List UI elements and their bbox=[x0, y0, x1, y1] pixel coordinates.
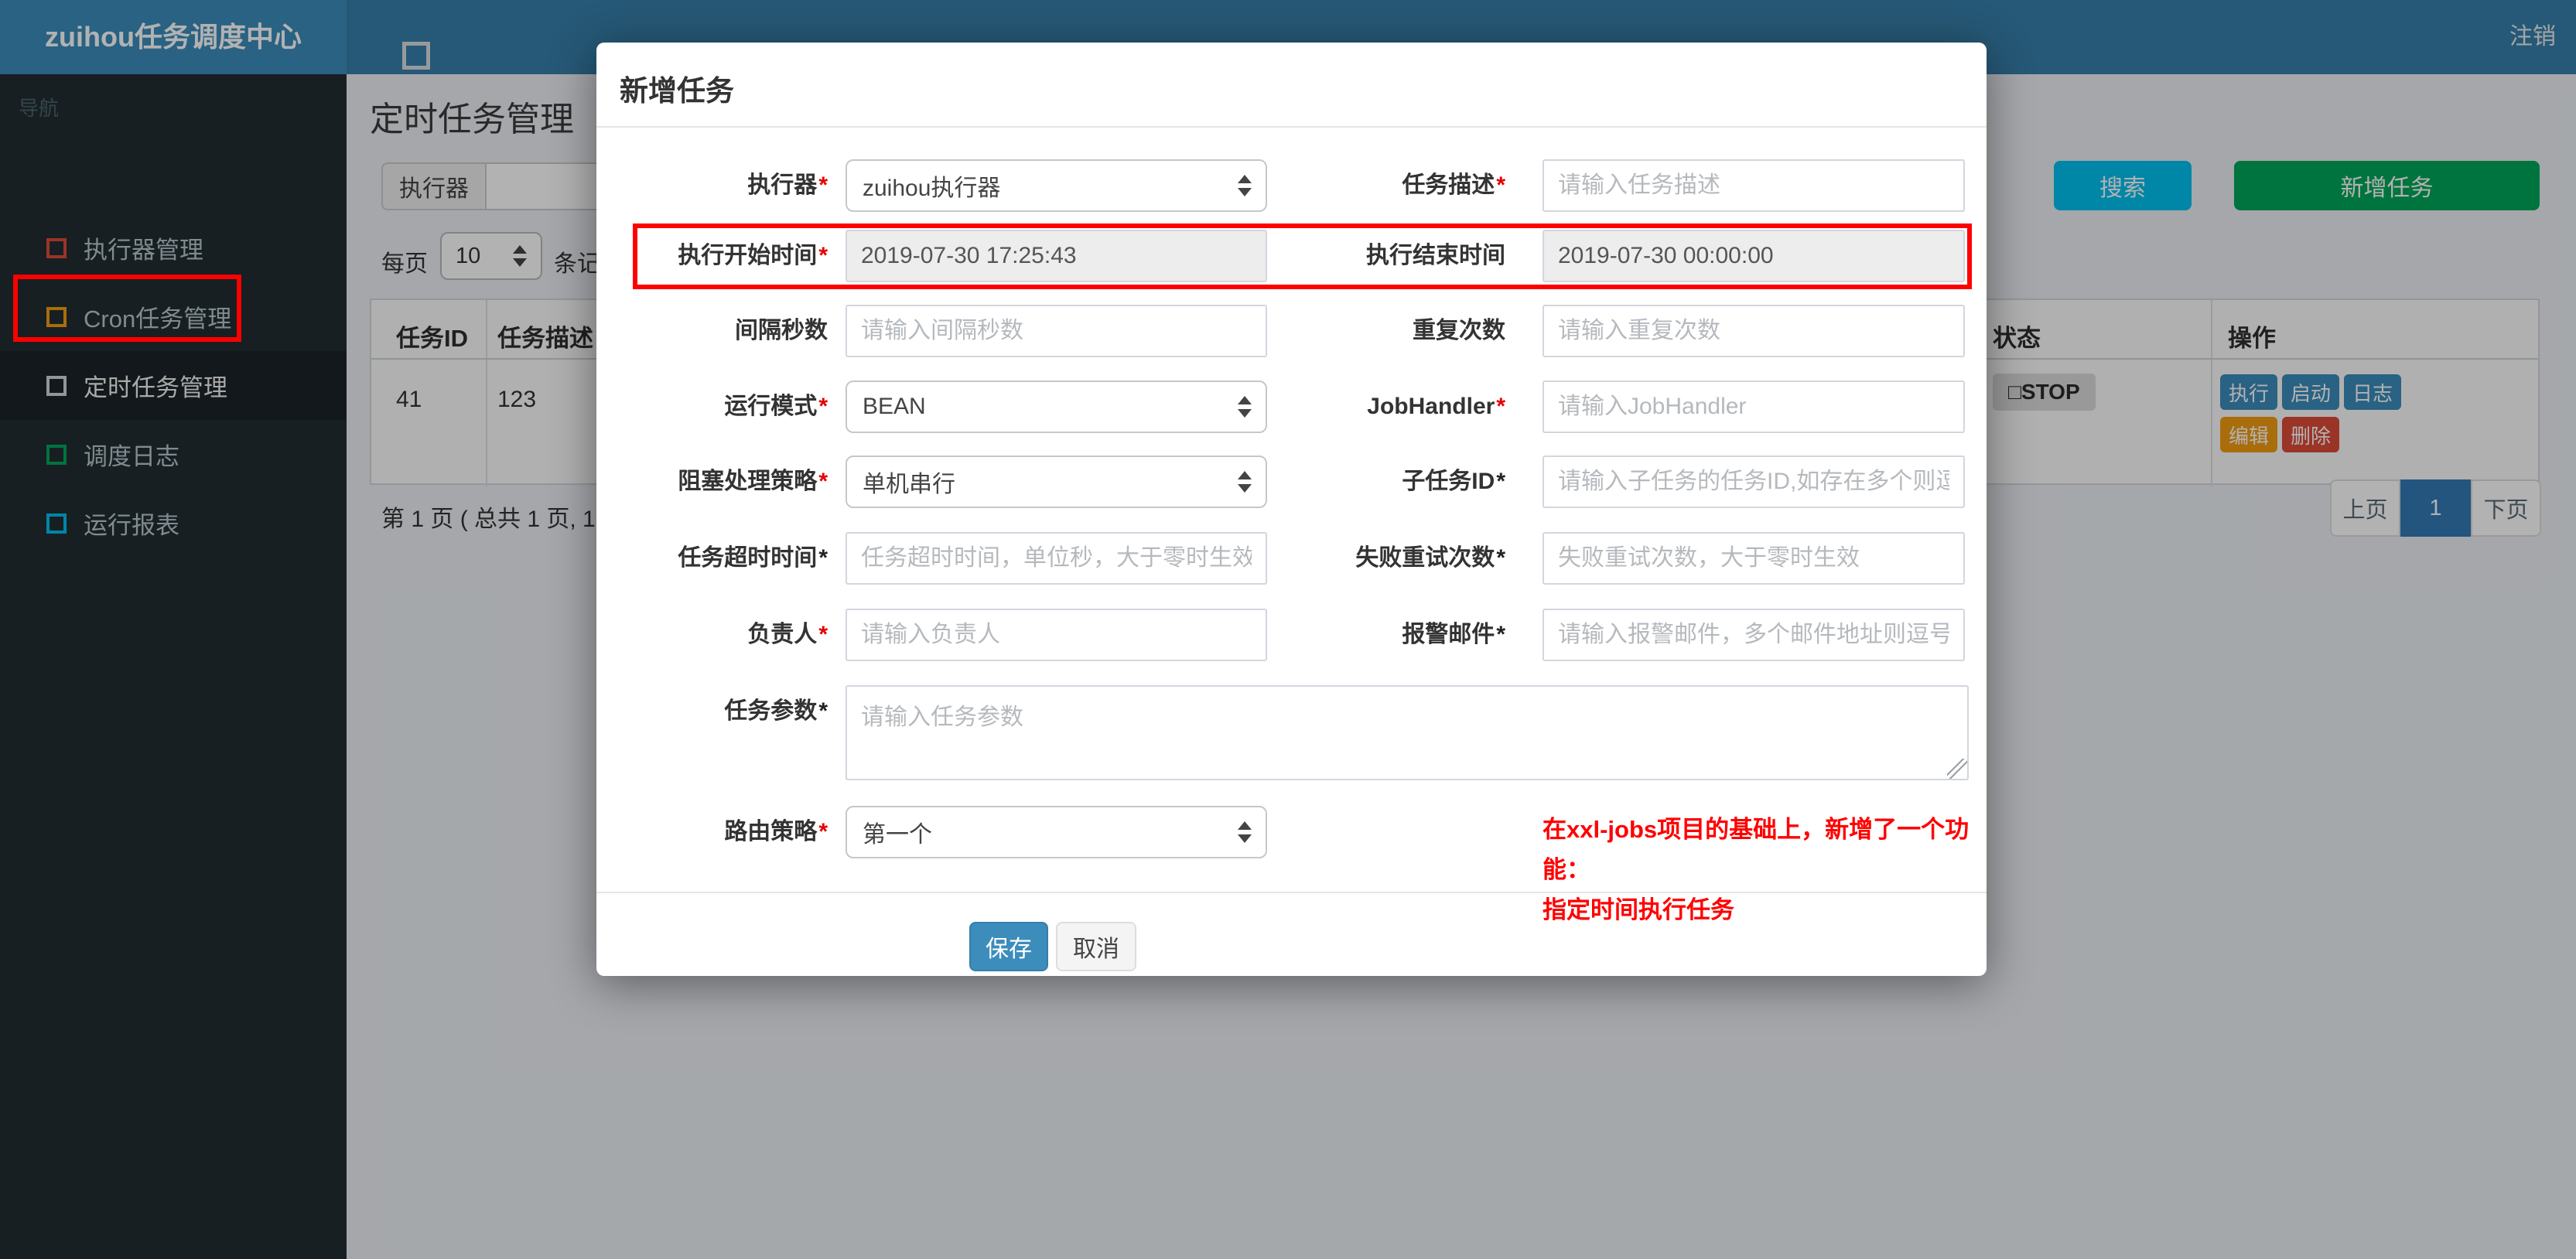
field-label-repeat-count: 重复次数 bbox=[1413, 318, 1505, 343]
feature-note-text: 在xxl-jobs项目的基础上，新增了一个功能： 指定时间执行任务 bbox=[1543, 816, 1970, 923]
executor-select-value: zuihou执行器 bbox=[863, 176, 1001, 201]
field-label-start-time: 执行开始时间* bbox=[678, 243, 828, 268]
child-job-id-input[interactable] bbox=[1543, 455, 1965, 508]
block-strategy-select-value: 单机串行 bbox=[863, 472, 955, 497]
field-label-jobhandler: JobHandler* bbox=[1367, 394, 1505, 419]
field-label-executor: 执行器* bbox=[747, 172, 828, 198]
executor-select[interactable]: zuihou执行器 bbox=[846, 159, 1267, 212]
route-strategy-select-value: 第一个 bbox=[863, 822, 932, 848]
owner-input[interactable] bbox=[846, 609, 1267, 661]
field-label-owner: 负责人* bbox=[747, 622, 828, 647]
field-label-job-desc: 任务描述* bbox=[1402, 172, 1505, 198]
end-time-input[interactable] bbox=[1543, 230, 1965, 282]
block-strategy-select[interactable]: 单机串行 bbox=[846, 455, 1267, 508]
fail-retry-count-input[interactable] bbox=[1543, 532, 1965, 585]
run-mode-select[interactable]: BEAN bbox=[846, 380, 1267, 433]
select-spinner-icon bbox=[1238, 175, 1252, 196]
field-label-fail-retry-count: 失败重试次数* bbox=[1355, 545, 1505, 571]
job-timeout-input[interactable] bbox=[846, 532, 1267, 585]
save-button[interactable]: 保存 bbox=[969, 922, 1048, 971]
field-label-run-mode: 运行模式* bbox=[724, 394, 828, 419]
route-strategy-select[interactable]: 第一个 bbox=[846, 806, 1267, 858]
job-param-textarea[interactable] bbox=[846, 685, 1969, 780]
select-spinner-icon bbox=[1238, 471, 1252, 493]
app-screen: zuihou任务调度中心 注销 导航 执行器管理 Cron任务管理 定时任务管理… bbox=[0, 0, 2576, 1259]
repeat-count-input[interactable] bbox=[1543, 305, 1965, 357]
select-spinner-icon bbox=[1238, 821, 1252, 843]
alarm-email-input[interactable] bbox=[1543, 609, 1965, 661]
modal-title: 新增任务 bbox=[620, 75, 734, 107]
field-label-end-time: 执行结束时间 bbox=[1366, 243, 1505, 268]
add-task-modal: 新增任务 执行器* zuihou执行器 任务描述* 执行开始时间* 执行结束时间… bbox=[596, 43, 1987, 976]
run-mode-select-value: BEAN bbox=[863, 394, 926, 419]
field-label-interval-seconds: 间隔秒数 bbox=[735, 318, 828, 343]
start-time-input[interactable] bbox=[846, 230, 1267, 282]
interval-seconds-input[interactable] bbox=[846, 305, 1267, 357]
field-label-route-strategy: 路由策略* bbox=[724, 819, 828, 844]
select-spinner-icon bbox=[1238, 396, 1252, 418]
field-label-alarm-email: 报警邮件* bbox=[1402, 622, 1505, 647]
field-label-block-strategy: 阻塞处理策略* bbox=[678, 469, 828, 494]
field-label-job-timeout: 任务超时时间* bbox=[678, 545, 828, 571]
modal-title-divider bbox=[596, 126, 1987, 128]
job-desc-input[interactable] bbox=[1543, 159, 1965, 212]
jobhandler-input[interactable] bbox=[1543, 380, 1965, 433]
field-label-job-param: 任务参数* bbox=[724, 698, 828, 724]
modal-footer-divider bbox=[596, 892, 1987, 893]
cancel-button[interactable]: 取消 bbox=[1056, 922, 1136, 971]
field-label-child-job-id: 子任务ID* bbox=[1402, 469, 1505, 494]
